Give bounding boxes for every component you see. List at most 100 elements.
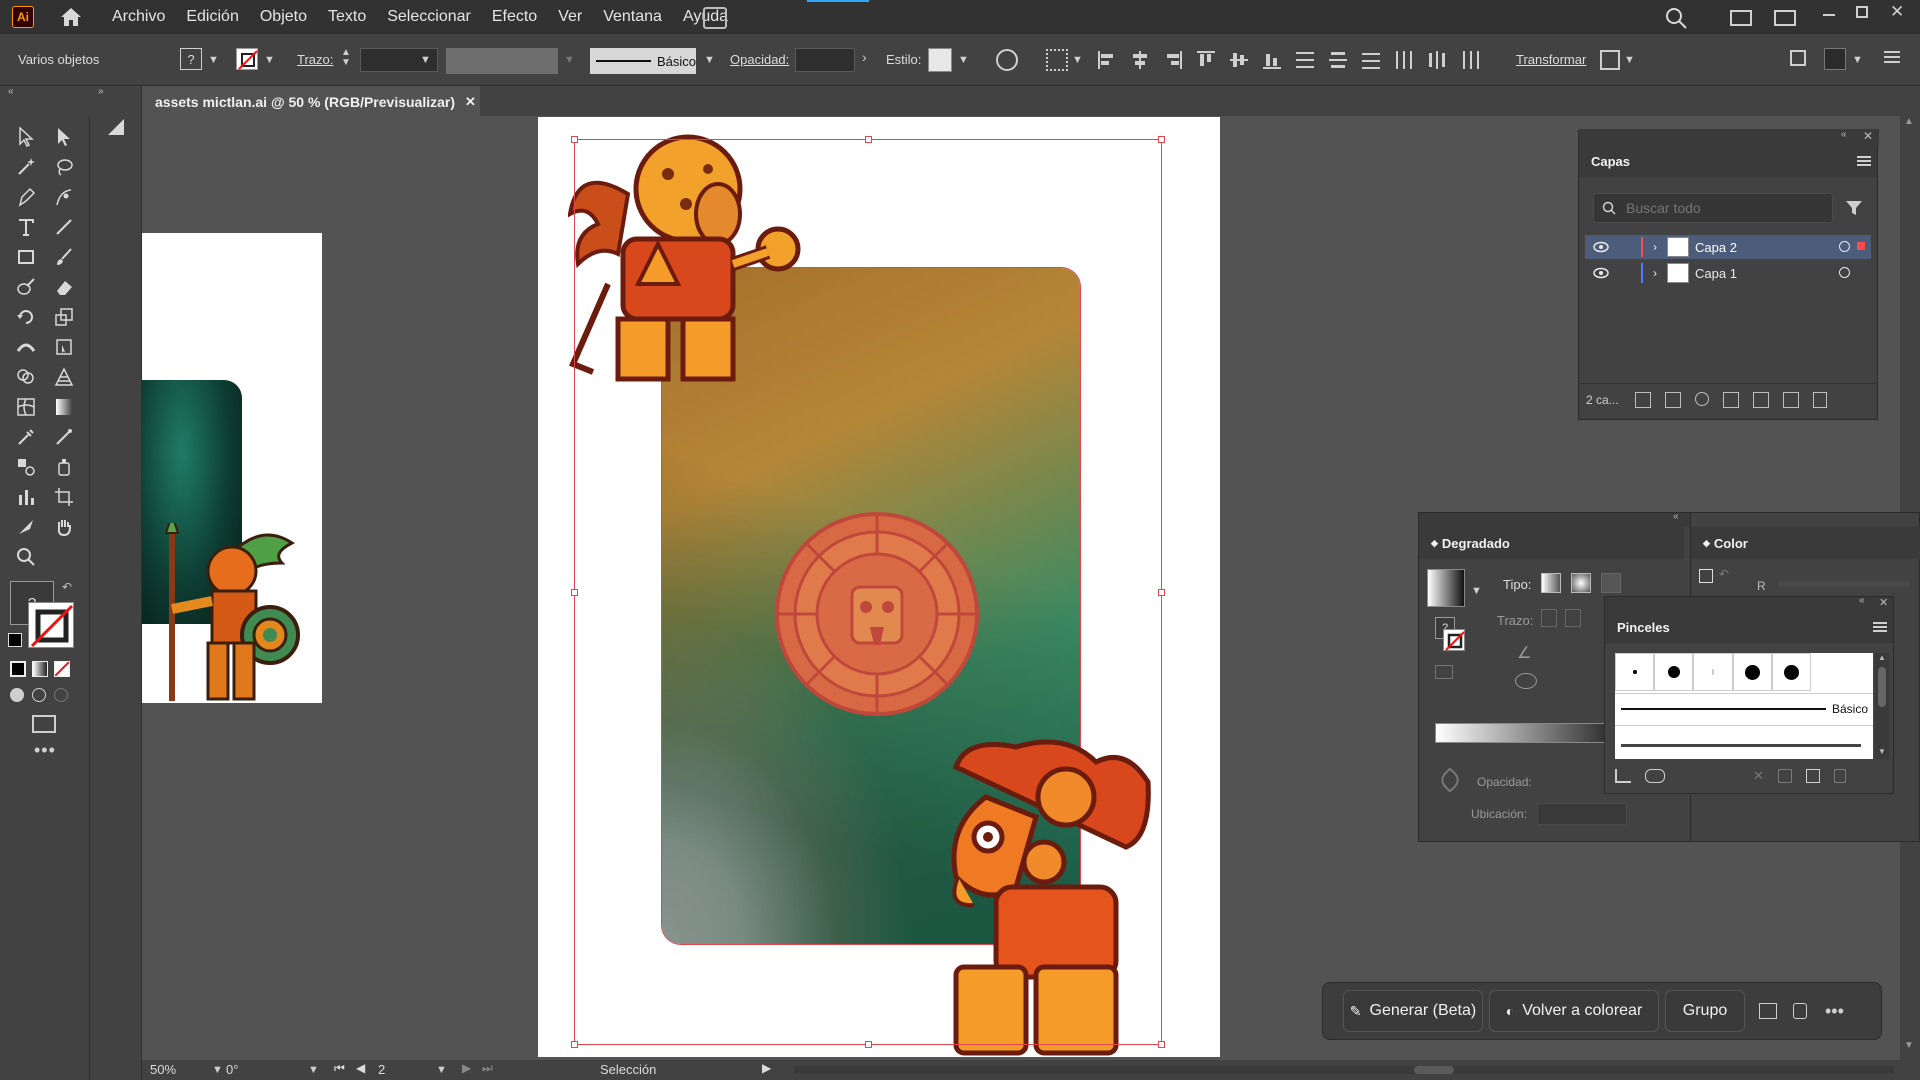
align-right-icon[interactable] xyxy=(1162,49,1184,71)
brush-dot-medium[interactable] xyxy=(1654,653,1694,691)
document-tab-close-icon[interactable]: ✕ xyxy=(465,94,476,110)
visibility-eye-icon[interactable] xyxy=(1593,241,1609,253)
menu-archivo[interactable]: Archivo xyxy=(112,8,165,26)
toolbar-expand-icon[interactable]: » xyxy=(98,86,104,97)
rotation-value[interactable]: 0° xyxy=(226,1062,238,1077)
brush-row-charcoal[interactable] xyxy=(1615,725,1873,755)
arrange-documents-icon[interactable] xyxy=(703,7,727,29)
scroll-down-icon[interactable]: ▼ xyxy=(1904,1040,1914,1051)
expand-chevron-icon[interactable]: › xyxy=(1653,266,1657,280)
stroke-weight-dropdown-icon[interactable]: ▼ xyxy=(420,54,431,66)
toolbar-stroke-swatch[interactable] xyxy=(28,602,74,648)
brush-dropdown-icon[interactable]: ▼ xyxy=(704,54,715,66)
new-layer-icon[interactable] xyxy=(1782,391,1799,408)
new-brush-icon[interactable] xyxy=(1805,769,1820,783)
selection-bounding-box[interactable] xyxy=(571,136,1165,1048)
document-tab[interactable]: assets mictlan.ai @ 50 % (RGB/Previsuali… xyxy=(145,86,480,116)
handle-top-left[interactable] xyxy=(571,136,578,143)
screen-mode-icon[interactable] xyxy=(32,715,56,733)
opacity-input[interactable] xyxy=(795,48,855,72)
menu-efecto[interactable]: Efecto xyxy=(492,8,537,26)
width-tool-icon[interactable] xyxy=(13,334,39,360)
brush-libraries-icon[interactable] xyxy=(1615,769,1631,783)
direct-selection-tool-icon[interactable] xyxy=(51,124,77,150)
eraser-tool-icon[interactable] xyxy=(51,274,77,300)
panel-close-icon[interactable]: ✕ xyxy=(1863,129,1873,143)
align-to-icon[interactable] xyxy=(1046,49,1068,71)
color-tab[interactable]: Color xyxy=(1714,536,1748,551)
blend-tool-icon[interactable] xyxy=(13,454,39,480)
workspace-icon[interactable] xyxy=(1730,10,1752,26)
slice-tool-icon[interactable] xyxy=(13,514,39,540)
none-mode-icon[interactable] xyxy=(54,661,70,677)
handle-bottom-left[interactable] xyxy=(571,1041,578,1048)
brush-dot-faint[interactable] xyxy=(1693,653,1733,691)
brush-library[interactable]: Básico xyxy=(1615,653,1873,759)
layers-search-input[interactable] xyxy=(1626,200,1816,216)
artboard-tool-icon[interactable] xyxy=(51,484,77,510)
gradient-mode-icon[interactable] xyxy=(32,661,48,677)
gradient-tab[interactable]: Degradado xyxy=(1442,536,1510,551)
prev-artboard-icon[interactable]: ◀ xyxy=(356,1061,365,1075)
target-circle-icon[interactable] xyxy=(1839,241,1850,252)
distribute-right-icon[interactable] xyxy=(1459,49,1481,71)
style-dropdown-icon[interactable]: ▼ xyxy=(958,54,969,66)
panel-close-icon[interactable]: ✕ xyxy=(1879,596,1888,609)
group-button[interactable]: Grupo xyxy=(1665,990,1745,1032)
generate-beta-button[interactable]: ✎ Generar (Beta) xyxy=(1343,990,1483,1032)
delete-layer-icon[interactable] xyxy=(1812,391,1827,408)
scroll-up-icon[interactable]: ▲ xyxy=(1878,653,1886,662)
brush-dot-small[interactable] xyxy=(1615,653,1655,691)
stroke-dropdown-icon[interactable]: ▼ xyxy=(264,54,275,66)
eyedropper-tool-icon[interactable] xyxy=(13,424,39,450)
selected-art-indicator[interactable] xyxy=(1857,242,1865,250)
align-vcenter-icon[interactable] xyxy=(1228,49,1250,71)
panel-collapse-icon[interactable]: « xyxy=(1859,595,1865,606)
layers-filter-icon[interactable] xyxy=(1845,199,1863,222)
freeform-gradient-button[interactable] xyxy=(1601,573,1621,593)
pen-tool-icon[interactable] xyxy=(13,184,39,210)
color-fill-stroke-icon[interactable] xyxy=(1699,569,1713,583)
shape-options-icon[interactable] xyxy=(1600,50,1620,70)
remove-brush-stroke-icon[interactable]: ✕ xyxy=(1753,768,1764,784)
search-icon[interactable] xyxy=(1665,7,1687,34)
distribute-vcenter-icon[interactable] xyxy=(1327,49,1349,71)
scroll-up-icon[interactable]: ▲ xyxy=(1904,116,1914,127)
more-options-icon[interactable]: ••• xyxy=(1825,1001,1844,1022)
lock-icon[interactable] xyxy=(1793,1003,1807,1019)
color-swap-icon[interactable]: ↶ xyxy=(1719,567,1729,581)
locate-object-icon[interactable] xyxy=(1694,391,1709,406)
brushes-scrollbar[interactable]: ▲ ▼ xyxy=(1875,653,1889,759)
draw-normal-icon[interactable] xyxy=(10,688,24,702)
rectangle-tool-icon[interactable] xyxy=(13,244,39,270)
layer-name[interactable]: Capa 2 xyxy=(1695,240,1737,255)
gradient-eyedropper-icon[interactable] xyxy=(1437,767,1463,793)
artboard-number[interactable]: 2 xyxy=(378,1062,385,1077)
menu-texto[interactable]: Texto xyxy=(328,8,366,26)
distribute-bottom-icon[interactable] xyxy=(1360,49,1382,71)
target-circle-icon[interactable] xyxy=(1839,267,1850,278)
layers-search-box[interactable] xyxy=(1593,193,1833,223)
handle-middle-right[interactable] xyxy=(1158,589,1165,596)
export-icon[interactable] xyxy=(1664,391,1681,408)
rotate-tool-icon[interactable] xyxy=(13,304,39,330)
delete-brush-icon[interactable] xyxy=(1833,769,1846,783)
default-colors-icon[interactable] xyxy=(8,633,22,647)
menu-objeto[interactable]: Objeto xyxy=(260,8,307,26)
gradient-tool-icon[interactable] xyxy=(51,394,77,420)
artboards-panel-icon[interactable] xyxy=(105,116,127,138)
close-window-icon[interactable]: ✕ xyxy=(1890,2,1904,22)
artboard-dropdown-icon[interactable]: ▼ xyxy=(436,1064,447,1076)
shaper-tool-icon[interactable] xyxy=(13,274,39,300)
first-artboard-icon[interactable]: ⏮ xyxy=(334,1061,345,1076)
brush-row-basic[interactable]: Básico xyxy=(1615,693,1873,723)
draw-inside-icon[interactable] xyxy=(54,688,68,702)
layer-row-capa-2[interactable]: › Capa 2 xyxy=(1585,235,1871,259)
column-graph-tool-icon[interactable] xyxy=(13,484,39,510)
align-hcenter-icon[interactable] xyxy=(1129,49,1151,71)
gradient-preview-swatch[interactable] xyxy=(1427,569,1465,607)
scroll-thumb[interactable] xyxy=(1878,667,1886,707)
shape-options-dropdown-icon[interactable]: ▼ xyxy=(1624,54,1635,66)
reverse-gradient-icon[interactable] xyxy=(1435,665,1453,679)
zoom-level[interactable]: 50% xyxy=(150,1062,176,1077)
